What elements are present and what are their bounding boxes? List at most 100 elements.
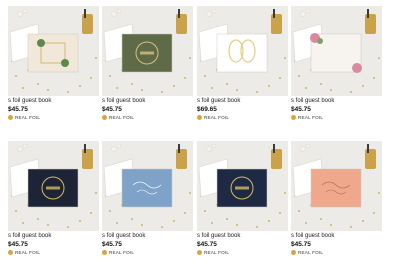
product-card[interactable]: s foil guest book $45.75 REAL FOIL	[197, 141, 288, 261]
product-image[interactable]	[8, 141, 99, 231]
product-price: $45.75	[291, 241, 311, 248]
product-image[interactable]	[102, 141, 193, 231]
product-photo	[8, 141, 99, 231]
pen-icon	[367, 9, 369, 18]
product-title[interactable]: s foil guest book	[102, 233, 145, 239]
confetti-dot	[236, 224, 238, 226]
confetti-dot	[284, 57, 286, 59]
confetti-dot	[90, 212, 92, 214]
product-image[interactable]	[102, 6, 193, 96]
real-foil-badge: REAL FOIL	[102, 250, 134, 255]
confetti-dot	[95, 192, 97, 194]
product-card[interactable]: s foil guest book $45.75 REAL FOIL	[8, 6, 99, 126]
product-price: $45.75	[8, 106, 28, 113]
confetti-dot	[15, 210, 17, 212]
product-card[interactable]: s foil guest book $45.75 REAL FOIL	[291, 141, 382, 261]
pearl-icon	[17, 11, 23, 17]
product-card[interactable]: s foil guest book $45.75 REAL FOIL	[8, 141, 99, 261]
pearl-icon	[211, 143, 217, 149]
product-card[interactable]: s foil guest book $45.75 REAL FOIL	[291, 6, 382, 126]
product-title[interactable]: s foil guest book	[8, 233, 51, 239]
confetti-dot	[362, 85, 364, 87]
product-image[interactable]	[197, 6, 288, 96]
confetti-dot	[298, 210, 300, 212]
book-cover	[310, 168, 362, 208]
foil-label: REAL FOIL	[204, 115, 230, 120]
confetti-dot	[79, 85, 81, 87]
leaf-icon	[317, 38, 323, 44]
pen-icon	[273, 9, 275, 18]
product-photo	[102, 141, 193, 231]
confetti-dot	[279, 212, 281, 214]
title-plate-icon	[46, 186, 60, 190]
product-title[interactable]: s foil guest book	[8, 98, 51, 104]
confetti-dot	[189, 192, 191, 194]
book-cover	[216, 33, 268, 73]
gold-cup-icon	[176, 149, 187, 169]
foil-dot-icon	[8, 250, 13, 255]
product-card[interactable]: s foil guest book $69.65 REAL FOIL	[197, 6, 288, 126]
foil-dot-icon	[291, 250, 296, 255]
confetti-dot	[378, 192, 380, 194]
confetti-dot	[116, 87, 118, 89]
pearl-icon	[305, 143, 311, 149]
product-photo	[102, 6, 193, 96]
foil-dot-icon	[102, 115, 107, 120]
product-image[interactable]	[197, 141, 288, 231]
product-price: $45.75	[102, 106, 122, 113]
foil-label: REAL FOIL	[15, 115, 41, 120]
product-photo	[197, 141, 288, 231]
foil-dot-icon	[8, 115, 13, 120]
product-image[interactable]	[291, 6, 382, 96]
product-photo	[8, 6, 99, 96]
confetti-dot	[109, 210, 111, 212]
product-title[interactable]: s foil guest book	[291, 98, 334, 104]
pearl-icon	[206, 146, 212, 152]
product-card[interactable]: s foil guest book $45.75 REAL FOIL	[102, 141, 193, 261]
confetti-dot	[184, 77, 186, 79]
product-price: $45.75	[291, 106, 311, 113]
foil-label: REAL FOIL	[298, 250, 324, 255]
product-price: $45.75	[197, 241, 217, 248]
confetti-dot	[211, 87, 213, 89]
flower-icon	[352, 63, 362, 73]
product-card[interactable]: s foil guest book $45.75 REAL FOIL	[102, 6, 193, 126]
product-title[interactable]: s foil guest book	[197, 98, 240, 104]
foil-label: REAL FOIL	[109, 250, 135, 255]
confetti-dot	[305, 222, 307, 224]
confetti-dot	[284, 192, 286, 194]
pearl-icon	[116, 143, 122, 149]
real-foil-badge: REAL FOIL	[8, 250, 40, 255]
confetti-dot	[373, 212, 375, 214]
pen-icon	[84, 9, 86, 18]
confetti-dot	[204, 75, 206, 77]
product-title[interactable]: s foil guest book	[291, 233, 334, 239]
confetti-dot	[67, 226, 69, 228]
pen-icon	[367, 144, 369, 153]
real-foil-badge: REAL FOIL	[291, 115, 323, 120]
product-image[interactable]	[291, 141, 382, 231]
title-plate-icon	[235, 186, 249, 190]
pearl-icon	[111, 11, 117, 17]
confetti-dot	[37, 83, 39, 85]
confetti-dot	[256, 226, 258, 228]
confetti-dot	[131, 218, 133, 220]
gold-cup-icon	[176, 14, 187, 34]
real-foil-badge: REAL FOIL	[197, 250, 229, 255]
pearl-icon	[22, 8, 28, 14]
product-title[interactable]: s foil guest book	[197, 233, 240, 239]
confetti-dot	[47, 89, 49, 91]
product-photo	[197, 6, 288, 96]
foil-label: REAL FOIL	[204, 250, 230, 255]
confetti-dot	[161, 91, 163, 93]
product-photo	[291, 141, 382, 231]
foil-dot-icon	[197, 115, 202, 120]
confetti-dot	[226, 218, 228, 220]
pearl-icon	[17, 146, 23, 152]
confetti-dot	[90, 77, 92, 79]
confetti-dot	[204, 210, 206, 212]
product-title[interactable]: s foil guest book	[102, 98, 145, 104]
product-image[interactable]	[8, 6, 99, 96]
gold-cup-icon	[271, 149, 282, 169]
confetti-dot	[268, 220, 270, 222]
